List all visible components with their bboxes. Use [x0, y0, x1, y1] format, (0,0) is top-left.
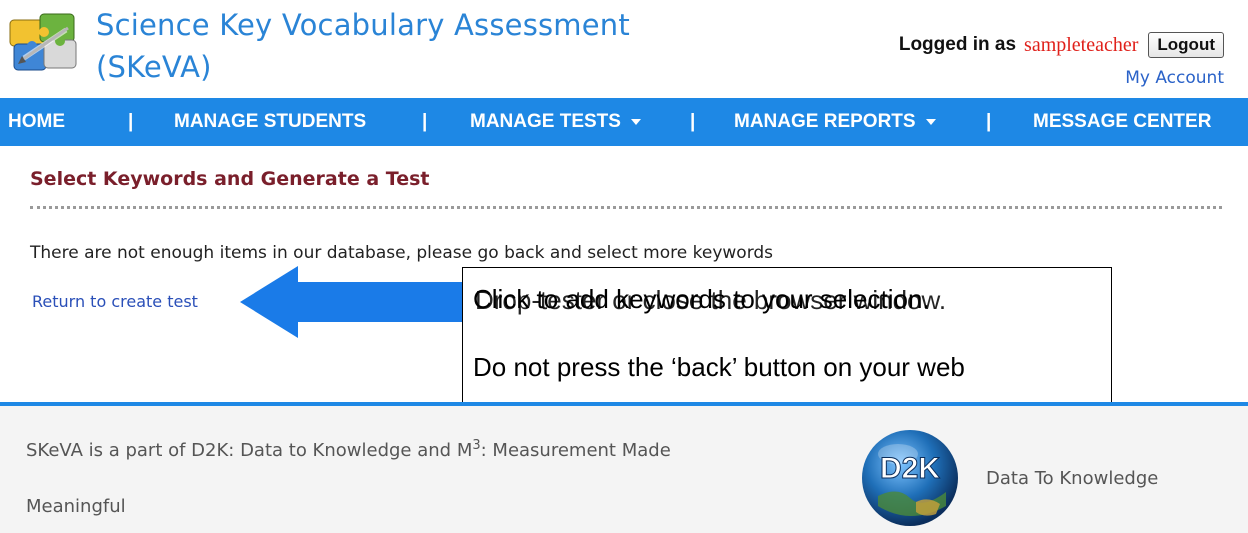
footer-text-pre: SKeVA is a part of D2K: Data to Knowledg…: [26, 440, 473, 461]
chevron-down-icon: [925, 118, 936, 125]
d2k-globe-logo-icon[interactable]: D2K: [858, 426, 962, 530]
nav-manage-students-label: MANAGE STUDENTS: [174, 111, 367, 132]
nav-home[interactable]: HOME: [8, 98, 65, 146]
nav-message-center-label: MESSAGE CENTER: [1033, 111, 1212, 132]
nav-message-center[interactable]: MESSAGE CENTER: [1033, 98, 1211, 146]
instruction-callout: Click to add keywords to your selection.…: [462, 267, 1112, 410]
nav-manage-students[interactable]: MANAGE STUDENTS: [174, 98, 366, 146]
username: sampleteacher: [1024, 33, 1139, 56]
d2k-label: Data To Knowledge: [986, 468, 1159, 489]
nav-separator: |: [986, 111, 992, 132]
page-title: Select Keywords and Generate a Test: [30, 168, 430, 190]
callout-text-overlap: Drop-tester or close the browser window.: [475, 285, 947, 315]
nav-manage-reports[interactable]: MANAGE REPORTS: [734, 98, 936, 146]
callout-text-line2: Do not press the ‘back’ button on your w…: [473, 352, 965, 382]
header: Science Key Vocabulary Assessment (SKeVA…: [0, 0, 1248, 96]
app-title-line1: Science Key Vocabulary Assessment: [96, 8, 630, 42]
puzzle-logo-icon: [9, 13, 77, 71]
main-nav: HOME | MANAGE STUDENTS | MANAGE TESTS | …: [0, 98, 1248, 146]
nav-manage-tests[interactable]: MANAGE TESTS: [470, 98, 641, 146]
app-title: Science Key Vocabulary Assessment (SKeVA…: [96, 4, 696, 88]
footer-superscript: 3: [472, 438, 481, 453]
nav-home-label: HOME: [8, 111, 65, 132]
footer-text-post: : Measurement Made: [480, 440, 671, 461]
chevron-down-icon: [630, 118, 641, 125]
nav-separator: |: [690, 111, 696, 132]
footer-description: SKeVA is a part of D2K: Data to Knowledg…: [26, 438, 671, 461]
login-status: Logged in as sampleteacher Logout: [899, 30, 1224, 60]
logged-in-label: Logged in as: [898, 34, 1017, 55]
nav-manage-tests-label: MANAGE TESTS: [470, 111, 621, 132]
d2k-logo-text: D2K: [880, 452, 940, 485]
divider: [30, 206, 1222, 209]
footer: SKeVA is a part of D2K: Data to Knowledg…: [0, 406, 1248, 533]
footer-description-line2: Meaningful: [26, 496, 126, 517]
my-account-link[interactable]: My Account: [1125, 68, 1224, 88]
left-arrow-icon: [240, 266, 494, 338]
return-to-create-test-link[interactable]: Return to create test: [32, 292, 198, 311]
nav-separator: |: [422, 111, 428, 132]
nav-manage-reports-label: MANAGE REPORTS: [734, 111, 916, 132]
error-message: There are not enough items in our databa…: [30, 243, 774, 263]
nav-separator: |: [128, 111, 134, 132]
logout-button[interactable]: Logout: [1148, 32, 1224, 58]
app-title-line2: (SKeVA): [96, 50, 212, 84]
